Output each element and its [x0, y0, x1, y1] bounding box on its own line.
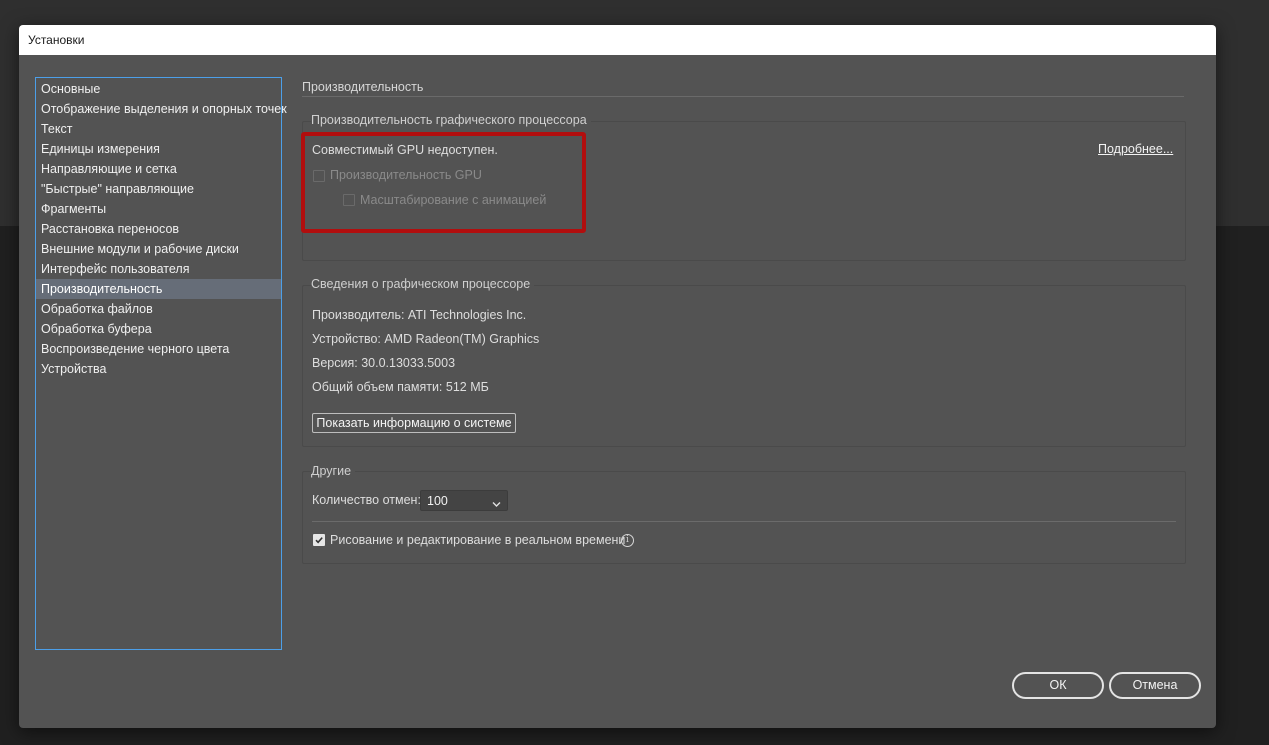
- more-info-link[interactable]: Подробнее...: [1098, 142, 1173, 156]
- other-group: [302, 471, 1186, 564]
- sidebar-item-file-handling[interactable]: Обработка файлов: [36, 299, 281, 319]
- ok-button[interactable]: ОК: [1012, 672, 1104, 699]
- sidebar-item-user-interface[interactable]: Интерфейс пользователя: [36, 259, 281, 279]
- gpu-device-text: Устройство: AMD Radeon(TM) Graphics: [312, 332, 540, 346]
- other-group-divider: [312, 521, 1176, 522]
- gpu-info-group-label: Сведения о графическом процессоре: [311, 277, 535, 291]
- sidebar-item-black-appearance[interactable]: Воспроизведение черного цвета: [36, 339, 281, 359]
- undo-levels-value: 100: [427, 494, 448, 508]
- other-group-label: Другие: [311, 464, 356, 478]
- dialog-title: Установки: [28, 33, 85, 47]
- gpu-vendor-text: Производитель: ATI Technologies Inc.: [312, 308, 527, 322]
- show-system-info-button[interactable]: Показать информацию о системе: [312, 413, 516, 433]
- sidebar-item-performance[interactable]: Производительность: [36, 279, 281, 299]
- preferences-dialog: Установки Основные Отображение выделения…: [19, 25, 1216, 728]
- sidebar-item-plugins-scratch-disks[interactable]: Внешние модули и рабочие диски: [36, 239, 281, 259]
- gpu-version-text: Версия: 30.0.13033.5003: [312, 356, 456, 370]
- section-divider: [302, 96, 1184, 97]
- cancel-button[interactable]: Отмена: [1109, 672, 1201, 699]
- realtime-drawing-label: Рисование и редактирование в реальном вр…: [330, 533, 626, 547]
- gpu-performance-group-label: Производительность графического процессо…: [311, 113, 591, 127]
- sidebar-item-guides-grid[interactable]: Направляющие и сетка: [36, 159, 281, 179]
- undo-levels-label: Количество отмен:: [312, 493, 421, 507]
- sidebar-item-devices[interactable]: Устройства: [36, 359, 281, 379]
- info-icon[interactable]: i: [621, 534, 634, 547]
- category-list[interactable]: Основные Отображение выделения и опорных…: [35, 77, 287, 650]
- sidebar-item-general[interactable]: Основные: [36, 79, 281, 99]
- sidebar-item-type[interactable]: Текст: [36, 119, 281, 139]
- sidebar-item-units[interactable]: Единицы измерения: [36, 139, 281, 159]
- checkmark-icon: [315, 537, 323, 544]
- sidebar-item-selection-anchor-display[interactable]: Отображение выделения и опорных точек: [36, 99, 287, 119]
- chevron-down-icon: [492, 497, 501, 511]
- highlight-annotation-box: [301, 132, 586, 233]
- undo-levels-select[interactable]: 100: [420, 490, 508, 511]
- sidebar-item-clipboard-handling[interactable]: Обработка буфера: [36, 319, 281, 339]
- sidebar-item-smart-guides[interactable]: "Быстрые" направляющие: [36, 179, 281, 199]
- sidebar-item-hyphenation[interactable]: Расстановка переносов: [36, 219, 281, 239]
- section-title: Производительность: [302, 80, 424, 94]
- dialog-titlebar[interactable]: Установки: [19, 25, 1216, 55]
- sidebar-item-slices[interactable]: Фрагменты: [36, 199, 281, 219]
- gpu-memory-text: Общий объем памяти: 512 МБ: [312, 380, 489, 394]
- realtime-drawing-checkbox[interactable]: [313, 534, 325, 546]
